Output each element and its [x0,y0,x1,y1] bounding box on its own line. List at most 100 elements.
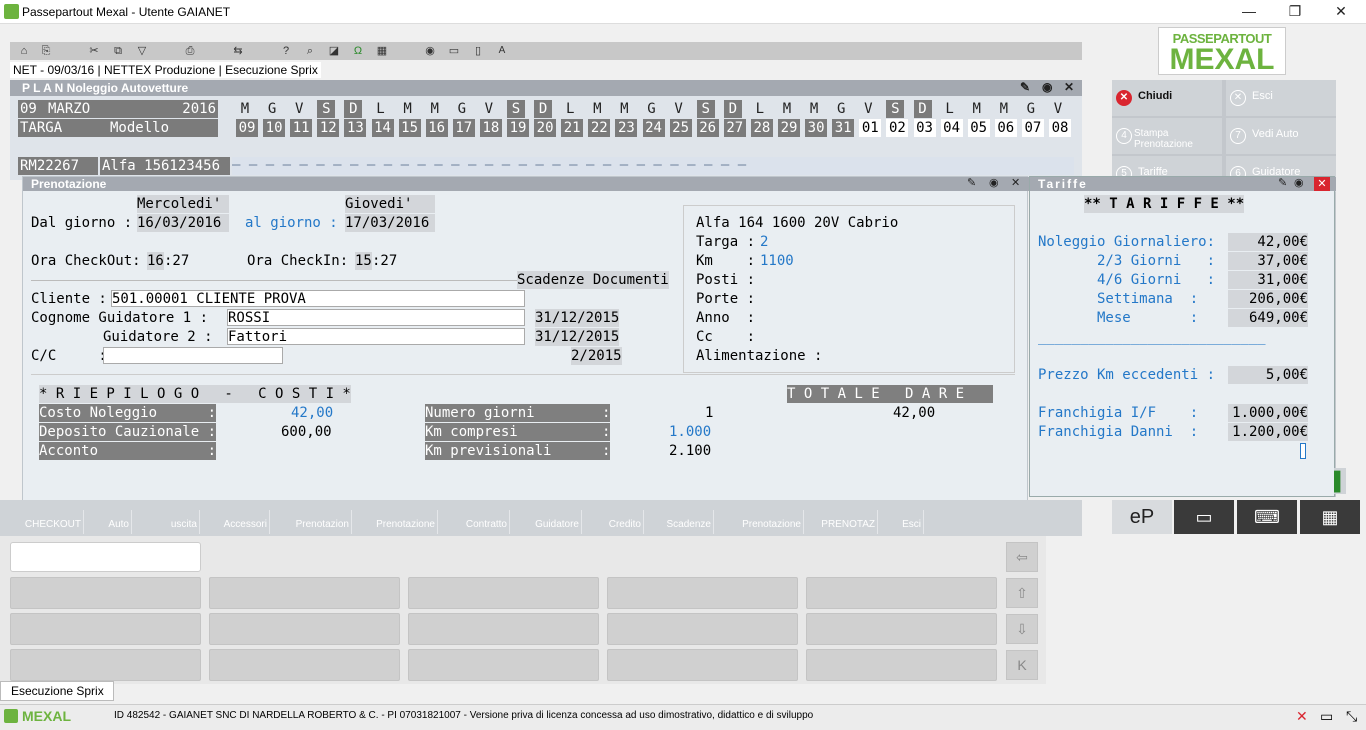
settings-icon[interactable]: ◉ [989,176,999,189]
plan-date[interactable]: 07 [1021,119,1044,137]
plan-row-plate[interactable]: RM22267 [18,157,98,175]
plan-date[interactable]: 05 [967,119,990,137]
plan-date[interactable]: 30 [805,119,828,137]
pin-icon[interactable]: ✎ [967,176,976,189]
monitor-status-icon[interactable]: ▭ [1320,708,1333,725]
checkin-hour[interactable]: 15 [355,252,372,270]
plan-date[interactable]: 26 [696,119,719,137]
action-button[interactable] [209,577,400,609]
plan-date[interactable]: 20 [534,119,557,137]
plan-date[interactable]: 16 [425,119,448,137]
up-icon[interactable]: ⇧ [1006,578,1038,608]
action-button[interactable] [10,613,201,645]
fkey-button[interactable]: Prenotazion [272,510,352,534]
plan-date[interactable]: 11 [290,119,313,137]
tariffe-close-icon[interactable]: ✕ [1314,177,1330,191]
plan-date[interactable]: 17 [452,119,475,137]
paste-icon[interactable]: ▽ [134,43,150,59]
plan-date[interactable]: 31 [832,119,855,137]
fkey-button[interactable]: Credito [584,510,644,534]
pin-icon[interactable]: ✎ [1020,80,1030,94]
font-icon[interactable]: A [494,43,510,59]
action-button[interactable] [209,613,400,645]
plan-date[interactable]: 03 [913,119,936,137]
close-window-button[interactable]: ✕ [1318,0,1364,24]
minimize-button[interactable]: — [1226,0,1272,24]
action-button[interactable] [209,649,400,681]
copy-icon[interactable]: ⧉ [110,43,126,59]
plan-date[interactable]: 12 [317,119,340,137]
plan-date[interactable]: 24 [642,119,665,137]
plan-date[interactable]: 21 [561,119,584,137]
fkey-button[interactable]: Accessori [204,510,270,534]
maximize-button[interactable]: ❐ [1272,0,1318,24]
dal-value[interactable]: 16/03/2016 [137,214,229,232]
ep-lock-button[interactable]: eP [1112,500,1172,534]
monitor-icon[interactable]: ▭ [446,43,462,59]
search-icon[interactable]: ⌕ [302,43,318,59]
help-icon[interactable]: ? [278,43,294,59]
fkey-button[interactable]: Prenotazione [716,510,804,534]
al-value[interactable]: 17/03/2016 [345,214,435,232]
command-input[interactable] [10,542,201,572]
plan-date[interactable]: 18 [479,119,502,137]
cc-input[interactable] [103,347,283,364]
settings-icon[interactable]: ◉ [1042,80,1052,94]
action-button[interactable] [607,613,798,645]
window-icon[interactable]: ▯ [470,43,486,59]
settings-icon[interactable]: ◉ [1294,176,1304,189]
fkey-button[interactable]: Scadenze [646,510,714,534]
plan-date[interactable]: 23 [615,119,638,137]
text-cursor[interactable] [1300,443,1306,459]
action-button[interactable] [806,649,997,681]
pin-icon[interactable]: ✎ [1278,176,1287,189]
plan-date[interactable]: 14 [371,119,394,137]
record-icon[interactable]: ◉ [422,43,438,59]
print-icon[interactable]: ⎙ [182,43,198,59]
plan-date[interactable]: 08 [1049,119,1071,137]
calculator-icon[interactable]: ▦ [374,43,390,59]
action-button[interactable] [607,649,798,681]
action-button[interactable] [408,577,599,609]
checkout-hour[interactable]: 16 [147,252,164,270]
action-button[interactable] [408,649,599,681]
first-icon[interactable]: K [1006,650,1038,680]
fkey-button[interactable]: PRENOTAZ [806,510,878,534]
cut-icon[interactable]: ✂ [86,43,102,59]
export-icon[interactable]: ⎘ [38,43,54,59]
plan-date[interactable]: 09 [236,119,258,137]
action-button[interactable] [408,613,599,645]
resize-icon[interactable]: ⤡ [1346,708,1357,725]
plan-date[interactable]: 02 [886,119,909,137]
fkey-button[interactable]: Esci [880,510,924,534]
chiudi-button[interactable]: ✕ Chiudi [1112,80,1222,116]
plan-date[interactable]: 13 [344,119,367,137]
back-icon[interactable]: ⇦ [1006,542,1038,572]
fkey-button[interactable]: uscita [134,510,200,534]
vedi-auto-button[interactable]: 7 Vedi Auto [1226,118,1336,154]
fkey-button[interactable]: Guidatore [512,510,582,534]
plan-date[interactable]: 29 [778,119,800,137]
plan-date[interactable]: 27 [723,119,746,137]
guidatore1-input[interactable]: ROSSI [227,309,525,326]
stampa-prenotazione-button[interactable]: 4 Stampa Prenotazione [1112,118,1222,154]
omega-icon[interactable]: Ω [350,43,366,59]
fkey-button[interactable]: CHECKOUT [6,510,84,534]
plan-date[interactable]: 06 [994,119,1017,137]
eraser-icon[interactable]: ◪ [326,43,342,59]
action-button[interactable] [806,577,997,609]
fkey-button[interactable]: Prenotazione [354,510,438,534]
action-button[interactable] [607,577,798,609]
fkey-button[interactable]: Contratto [440,510,510,534]
prenotazione-close-icon[interactable]: ✕ [1011,176,1020,189]
tab-esecuzione-sprix[interactable]: Esecuzione Sprix [0,681,114,701]
plan-date[interactable]: 04 [940,119,963,137]
plan-close-icon[interactable]: ✕ [1064,80,1074,94]
grid-button[interactable]: ▦ [1300,500,1360,534]
action-button[interactable] [10,577,201,609]
cliente-input[interactable]: 501.00001 CLIENTE PROVA [111,290,525,307]
down-icon[interactable]: ⇩ [1006,614,1038,644]
network-icon[interactable]: ✕ [1296,708,1308,725]
keyboard-button[interactable]: ⌨ [1237,500,1297,534]
action-button[interactable] [10,649,201,681]
